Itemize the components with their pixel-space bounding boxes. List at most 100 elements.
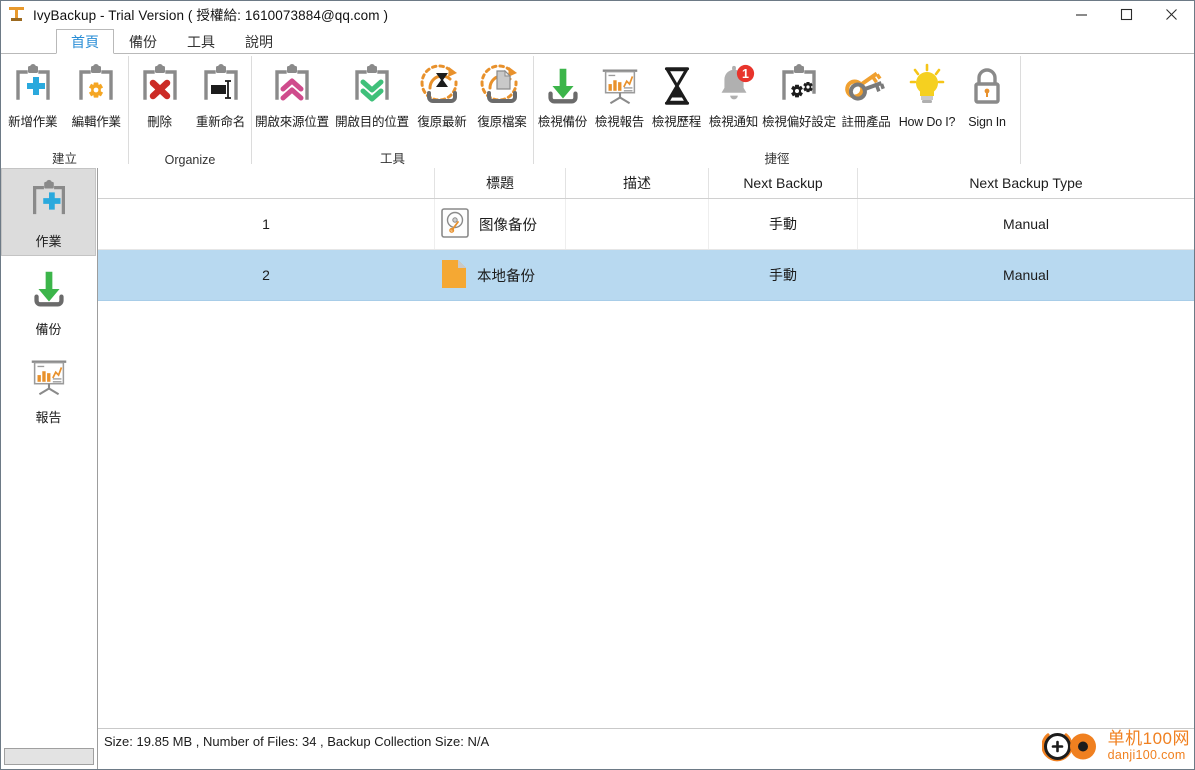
- tab-help[interactable]: 說明: [230, 29, 288, 54]
- minimize-icon[interactable]: [1059, 1, 1104, 27]
- open-destination-location-label: 開啟目的位置: [335, 115, 409, 129]
- sidebar-item-backup-label: 備份: [35, 321, 62, 337]
- edit-job-label: 編輯作業: [71, 115, 121, 129]
- tab-tools[interactable]: 工具: [172, 29, 230, 54]
- row-index: 1: [98, 198, 435, 250]
- column-header-index[interactable]: [98, 168, 435, 199]
- status-text: Size: 19.85 MB , Number of Files: 34 , B…: [104, 734, 490, 749]
- sidebar-horizontal-scrollbar[interactable]: [4, 748, 94, 765]
- ribbon-group-organize-caption: Organize: [164, 153, 216, 167]
- lightbulb-icon: [903, 60, 951, 112]
- table-row[interactable]: 2 本地备份 手動 Manual: [98, 249, 1194, 301]
- view-reports-label: 檢視報告: [594, 115, 645, 129]
- table-header-row: 標題 描述 Next Backup Next Backup Type: [98, 168, 1194, 199]
- sidebar: 作業 備份 報告: [1, 168, 98, 769]
- ribbon-group-create-caption: 建立: [51, 152, 77, 166]
- window-controls: [1059, 1, 1194, 27]
- tab-backup[interactable]: 備份: [114, 29, 172, 54]
- sign-in-label: Sign In: [968, 115, 1006, 129]
- tab-home[interactable]: 首頁: [56, 29, 114, 54]
- row-index: 2: [98, 249, 435, 301]
- ribbon-group-create: 新增作業 編輯作業 建立: [1, 54, 128, 169]
- title-bar: IvyBackup - Trial Version ( 授權給: 1610073…: [1, 1, 1194, 27]
- status-bar: Size: 19.85 MB , Number of Files: 34 , B…: [98, 728, 1194, 769]
- register-product-label: 註冊產品: [841, 115, 891, 129]
- sidebar-item-reports[interactable]: 報告: [1, 344, 96, 432]
- delete-button[interactable]: 刪除: [129, 54, 190, 166]
- sidebar-item-backup[interactable]: 備份: [1, 256, 96, 344]
- row-next-backup-type: Manual: [857, 249, 1194, 301]
- hourglass-icon: [654, 60, 700, 112]
- row-next-backup: 手動: [708, 249, 858, 301]
- row-title-label: 图像备份: [479, 217, 537, 234]
- view-history-label: 檢視歷程: [651, 115, 702, 129]
- padlock-icon: [963, 60, 1011, 112]
- row-title-cell: 本地备份: [434, 249, 566, 301]
- row-next-backup: 手動: [708, 198, 858, 250]
- delete-label: 刪除: [147, 115, 172, 129]
- clipboard-gear-icon: [72, 60, 120, 112]
- rename-label: 重新命名: [195, 115, 246, 129]
- jobs-table: 標題 描述 Next Backup Next Backup Type 1 图像备…: [98, 168, 1194, 301]
- new-job-label: 新增作業: [8, 115, 58, 129]
- main-body: 作業 備份 報告 標題 描述 Next Backup Next Backup T…: [1, 168, 1194, 769]
- jobs-pane: 標題 描述 Next Backup Next Backup Type 1 图像备…: [98, 168, 1194, 769]
- clipboard-plus-icon: [9, 60, 57, 112]
- ribbon-tab-strip: 首頁 備份 工具 說明: [1, 27, 1194, 54]
- orange-document-icon: [441, 259, 467, 292]
- restore-latest-label: 復原最新: [417, 115, 467, 129]
- keys-icon: [842, 60, 890, 112]
- download-tray-icon: [540, 60, 586, 112]
- ribbon-group-shortcuts-caption: 捷徑: [764, 152, 790, 166]
- ribbon-group-tools: 開啟來源位置 開啟目的位置 復原最新 復原檔案 工具: [252, 54, 533, 169]
- row-description: [565, 249, 709, 301]
- watermark-cn: 单机100网: [1107, 729, 1190, 749]
- clipboard-rename-icon: [197, 60, 245, 112]
- clipboard-plus-icon: [26, 175, 72, 227]
- clipboard-up-arrows-icon: [268, 60, 316, 112]
- bell-notification-icon: 1: [711, 60, 757, 112]
- sidebar-item-jobs[interactable]: 作業: [1, 168, 96, 256]
- how-do-i-label: How Do I?: [898, 115, 956, 129]
- clipboard-settings-icon: [775, 60, 823, 112]
- column-header-next-backup-type[interactable]: Next Backup Type: [857, 168, 1194, 199]
- sidebar-item-reports-label: 報告: [35, 409, 62, 425]
- view-notifications-label: 檢視通知: [708, 115, 759, 129]
- danji100-logo-icon: [1041, 728, 1104, 765]
- svg-text:1: 1: [742, 67, 749, 81]
- ribbon-group-organize: 刪除 重新命名 Organize: [129, 54, 251, 169]
- column-header-next-backup[interactable]: Next Backup: [708, 168, 858, 199]
- ivybackup-window: IvyBackup - Trial Version ( 授權給: 1610073…: [0, 0, 1195, 770]
- ribbon-separator: [1020, 56, 1021, 164]
- restore-file-label: 復原檔案: [477, 115, 527, 129]
- rename-button[interactable]: 重新命名: [190, 54, 251, 166]
- maximize-icon[interactable]: [1104, 1, 1149, 27]
- ribbon-group-tools-caption: 工具: [379, 152, 405, 166]
- sidebar-item-jobs-label: 作業: [35, 233, 62, 249]
- clipboard-delete-icon: [136, 60, 184, 112]
- table-row[interactable]: 1 图像备份 手動 Manual: [98, 198, 1194, 250]
- close-icon[interactable]: [1149, 1, 1194, 27]
- view-preferences-label: 檢視偏好設定: [762, 115, 836, 129]
- restore-latest-hourglass-icon: [418, 60, 466, 112]
- open-source-location-label: 開啟來源位置: [255, 115, 329, 129]
- view-backups-label: 檢視備份: [537, 115, 588, 129]
- ribbon-group-shortcuts: 檢視備份 檢視報告 檢視歷程 1 檢視通知 檢視偏好設定 註冊產品 How Do…: [534, 54, 1020, 169]
- watermark-text: 单机100网 danji100.com: [1108, 730, 1190, 762]
- row-title-cell: 图像备份: [434, 198, 566, 250]
- row-title-label: 本地备份: [477, 268, 535, 285]
- column-header-description[interactable]: 描述: [565, 168, 709, 199]
- row-description: [565, 198, 709, 250]
- download-tray-icon: [26, 263, 72, 315]
- column-header-title[interactable]: 標題: [434, 168, 566, 199]
- window-title: IvyBackup - Trial Version ( 授權給: 1610073…: [33, 8, 389, 23]
- row-next-backup-type: Manual: [857, 198, 1194, 250]
- ivybackup-logo-icon: [8, 5, 26, 23]
- watermark-en: danji100.com: [1107, 748, 1186, 763]
- restore-file-icon: [478, 60, 526, 112]
- danji100-watermark: 单机100网 danji100.com: [1041, 725, 1190, 767]
- hard-disk-icon: [441, 207, 469, 241]
- report-chart-board-icon: [597, 60, 643, 112]
- clipboard-down-arrows-icon: [348, 60, 396, 112]
- report-chart-board-icon: [26, 351, 72, 403]
